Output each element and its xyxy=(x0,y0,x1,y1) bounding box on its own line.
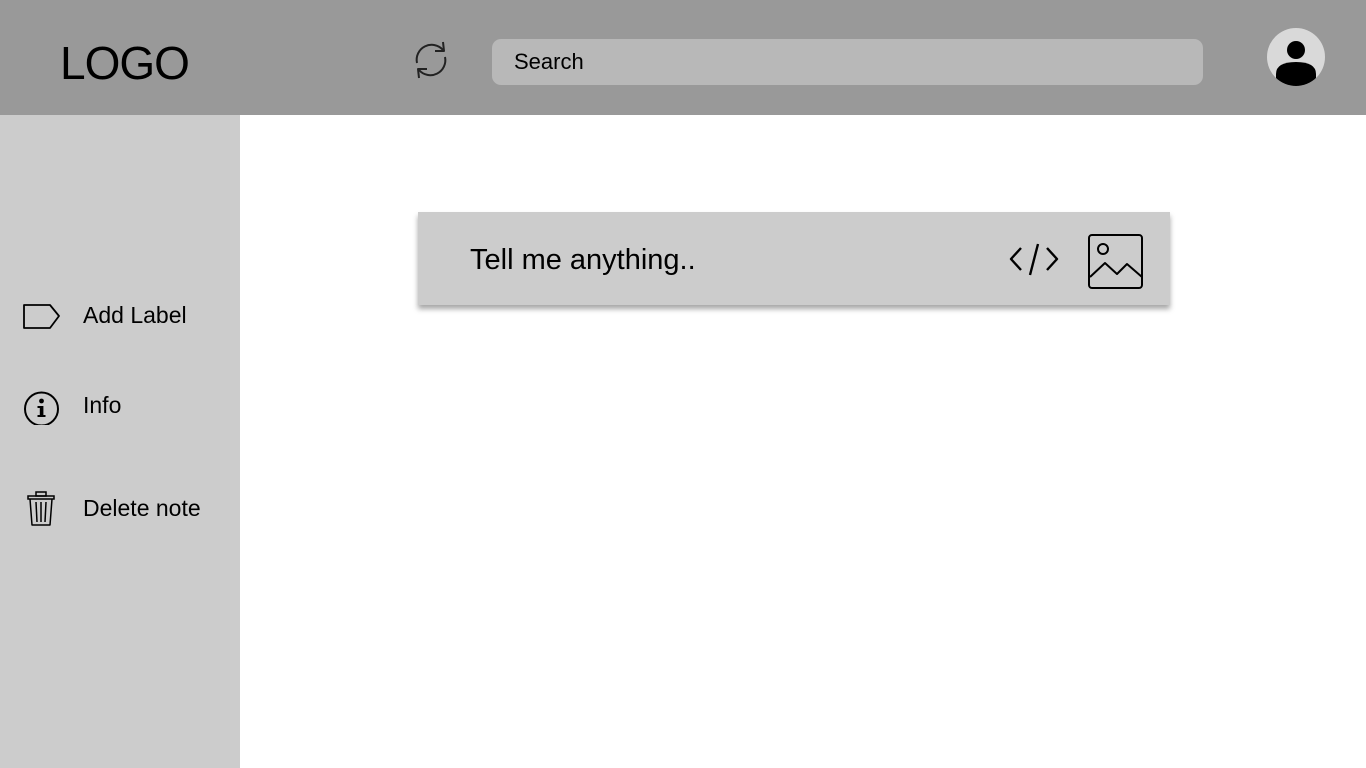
user-avatar-icon[interactable] xyxy=(1267,28,1325,86)
sidebar-item-delete-note[interactable]: Delete note xyxy=(0,484,240,532)
sidebar-item-info[interactable]: Info xyxy=(0,381,240,429)
label-tag-icon xyxy=(22,295,62,335)
refresh-icon[interactable] xyxy=(410,38,452,82)
top-header: LOGO xyxy=(0,0,1366,115)
sidebar: Add Label Info Delete note xyxy=(0,115,240,768)
sidebar-item-label: Add Label xyxy=(83,302,187,328)
sidebar-item-label: Info xyxy=(83,392,122,418)
trash-icon xyxy=(22,488,62,528)
sidebar-item-label: Delete note xyxy=(83,495,201,521)
logo: LOGO xyxy=(60,37,190,89)
search-input[interactable] xyxy=(492,39,1203,85)
sidebar-item-add-label[interactable]: Add Label xyxy=(0,291,240,339)
info-icon xyxy=(22,385,62,427)
note-input[interactable] xyxy=(470,242,990,278)
note-composer xyxy=(418,212,1170,305)
code-icon[interactable] xyxy=(1008,240,1060,280)
image-icon[interactable] xyxy=(1088,234,1144,290)
